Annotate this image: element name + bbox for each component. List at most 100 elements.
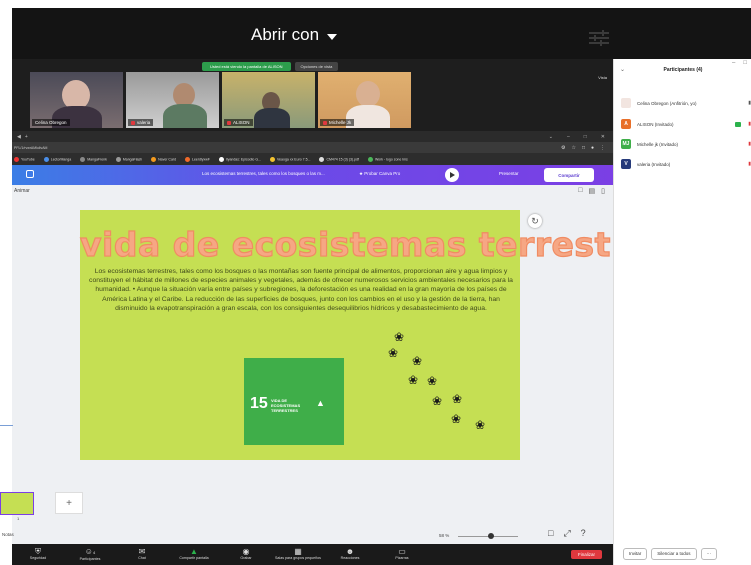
lock-icon[interactable]: □ <box>578 187 582 195</box>
paw-print-icon: ❀ <box>412 354 423 368</box>
new-tab-button[interactable]: + <box>25 134 28 140</box>
bookmark[interactable]: Veaoga xx Euro 7.5... <box>269 156 310 162</box>
browser-tab-bar: ◀ + ⌄ – □ ✕ <box>12 131 613 142</box>
bookmark[interactable]: YouTube <box>14 156 35 162</box>
slide-canvas[interactable]: vida de ecosistemas terrestres Los ecosi… <box>79 210 671 460</box>
animate-button[interactable]: Animar <box>14 188 30 194</box>
bookmark[interactable]: MangaFrenk <box>80 156 107 162</box>
canva-home-icon[interactable] <box>26 170 34 178</box>
star-icon[interactable]: ☆ <box>571 145 575 151</box>
view-tools: □ ⤢? <box>548 528 586 539</box>
sharing-icon <box>735 121 741 127</box>
extension-icon[interactable]: ⚙ <box>561 145 565 151</box>
sdg-label: VIDA DE ECOSISTEMAS TERRESTRES <box>271 398 301 413</box>
zoom-level: 58 % <box>439 533 450 538</box>
participants-button[interactable]: ☺4 Participantes <box>64 544 116 561</box>
video-tile[interactable]: ALISON <box>222 72 315 128</box>
slide-body-text[interactable]: Los ecosistemas terrestres, tales como l… <box>85 267 517 313</box>
record-button[interactable]: ◉ Grabar <box>220 544 272 560</box>
tab-back-icon[interactable]: ◀ <box>17 134 21 140</box>
share-screen-icon: ▲ <box>190 547 198 556</box>
grid-view-icon[interactable]: □ <box>548 528 553 539</box>
paw-print-icon: ❀ <box>427 374 438 388</box>
paw-print-icon: ❀ <box>408 373 419 387</box>
bookmark[interactable]: CM474 15 (3) (3).pdf <box>319 156 359 162</box>
mic-off-icon <box>227 120 231 125</box>
play-icon[interactable] <box>445 168 459 182</box>
settings-sliders-icon[interactable] <box>589 30 609 46</box>
participant-row[interactable]: A ALISON (Invitado) ▮ <box>621 117 751 131</box>
fullscreen-icon[interactable]: ⤢ <box>563 528 570 539</box>
bookmarks-bar: YouTube LectorManga MangaFrenk MangaFlas… <box>12 153 613 165</box>
slide-title[interactable]: vida de ecosistemas terrestres <box>79 224 670 264</box>
invite-button[interactable]: Invitar <box>623 548 648 560</box>
view-button[interactable]: Vista <box>598 75 607 80</box>
record-icon: ◉ <box>242 547 250 556</box>
zoom-slider-handle[interactable] <box>488 533 494 539</box>
add-page-button[interactable]: + <box>55 492 83 514</box>
paw-print-icon: ❀ <box>451 412 462 426</box>
minimize-icon[interactable]: – <box>567 134 570 140</box>
video-tile[interactable]: Michelle Jk <box>318 72 411 128</box>
breakout-icon: ▦ <box>294 547 302 556</box>
refresh-icon[interactable]: ↻ <box>528 214 542 228</box>
security-button[interactable]: ⛨ Seguridad <box>12 544 64 560</box>
open-with-button[interactable]: Abrir con <box>251 20 338 50</box>
open-with-label: Abrir con <box>251 25 320 44</box>
bookmark[interactable]: LeerdlyxwF <box>185 156 210 162</box>
participant-row[interactable]: Celina Obregon (Anfitrión, yo) ▮ <box>621 96 751 110</box>
bookmark[interactable]: LectorManga <box>43 156 71 162</box>
bookmark[interactable]: MangaFlash <box>115 156 142 162</box>
maximize-icon[interactable]: □ <box>584 134 587 140</box>
sidebar-icon[interactable]: □ <box>582 145 585 151</box>
menu-dots-icon[interactable]: ⋮ <box>600 145 605 151</box>
trash-icon[interactable]: ▯ <box>601 187 605 195</box>
reactions-button[interactable]: ☻ Reacciones <box>324 544 376 560</box>
participant-row[interactable]: V valeria (Invitado) ▮ <box>621 157 751 171</box>
paw-print-icon: ❀ <box>432 394 443 408</box>
window-controls: ⌄ – □ ✕ <box>549 134 613 140</box>
notes-button[interactable]: Notas <box>2 532 14 537</box>
plus-icon: + <box>66 497 72 509</box>
video-tile[interactable]: Celina Obregon <box>30 72 123 128</box>
whiteboards-button[interactable]: ▭ Pizarras <box>376 544 428 560</box>
share-screen-button[interactable]: ▲ Compartir pantalla <box>168 544 220 560</box>
try-pro-button[interactable]: ★ Probar Canva Pro <box>359 171 400 177</box>
whiteboard-icon: ▭ <box>398 547 406 556</box>
popout-icon[interactable]: □ <box>743 60 747 66</box>
bookmark[interactable]: Work - logo zone lms <box>367 156 408 162</box>
document-title[interactable]: Los ecosistemas terrestres, tales como l… <box>202 171 325 176</box>
video-tile[interactable]: valeria <box>126 72 219 128</box>
bookmark[interactable]: Naver Card <box>151 156 176 162</box>
mic-off-icon <box>323 120 327 125</box>
more-options-button[interactable]: ⋯ <box>700 548 718 560</box>
paw-print-icon: ❀ <box>475 418 486 432</box>
participant-name: Michelle jk (Invitado) <box>637 141 679 147</box>
page-thumbnail[interactable] <box>0 492 34 515</box>
duplicate-icon[interactable]: ▤ <box>589 187 596 195</box>
help-icon[interactable]: ? <box>581 528 586 539</box>
avatar: MJ <box>621 139 631 149</box>
bookmark[interactable]: Ilyandas: Episodio G... <box>218 156 261 162</box>
address-bar[interactable]: PFL/1/rvwrAMlulivAM ⚙ ☆ □ ● ⋮ <box>12 142 613 153</box>
participants-panel: ⌄ Participantes (4) – □ Celina Obregon (A… <box>613 59 751 565</box>
present-button[interactable]: Presentar <box>499 171 519 176</box>
screenshot-root: { "overlay": { "open_with_label": "Abrir… <box>0 0 751 565</box>
mute-all-button[interactable]: Silenciar a todos <box>651 548 697 560</box>
zoom-meeting-window: Usted está viendo la pantalla de ALISON … <box>12 59 671 565</box>
minimize-icon[interactable]: – <box>732 60 735 66</box>
divider-line <box>0 425 13 426</box>
share-button[interactable]: Compartir <box>544 168 594 182</box>
close-icon[interactable]: ✕ <box>601 134 605 140</box>
chevron-down-icon[interactable]: ⌄ <box>549 134 553 140</box>
panel-title: Participantes (4) <box>663 67 703 73</box>
view-options-button[interactable]: Opciones de vista <box>294 62 339 71</box>
chat-button[interactable]: ✉ Chat <box>116 544 168 560</box>
participant-row[interactable]: MJ Michelle jk (Invitado) ▮ <box>621 137 751 151</box>
sdg-15-logo[interactable]: 15 VIDA DE ECOSISTEMAS TERRESTRES ▲ <box>244 358 344 445</box>
reactions-icon: ☻ <box>345 547 355 556</box>
paw-print-icon: ❀ <box>388 346 399 360</box>
end-meeting-button[interactable]: Finalizar <box>570 550 602 559</box>
breakout-rooms-button[interactable]: ▦ Salas para grupos pequeños <box>272 544 324 560</box>
profile-icon[interactable]: ● <box>591 145 594 151</box>
